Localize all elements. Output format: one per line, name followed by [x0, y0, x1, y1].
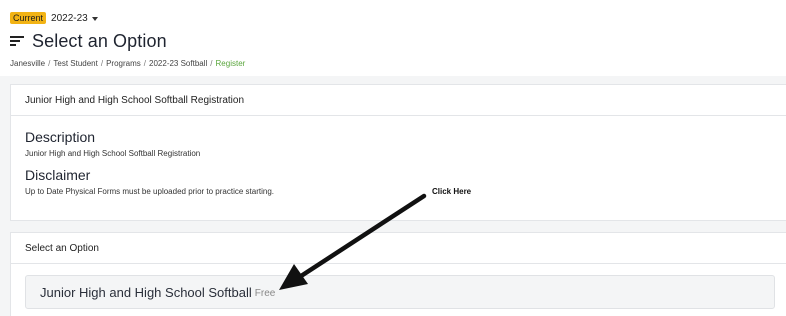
breadcrumb-separator: /: [48, 59, 51, 68]
breadcrumb-programs[interactable]: Programs: [106, 59, 141, 68]
menu-icon[interactable]: [10, 35, 24, 47]
program-info-card: Junior High and High School Softball Reg…: [10, 84, 786, 221]
description-text: Junior High and High School Softball Reg…: [25, 149, 201, 158]
breadcrumb-separator: /: [100, 59, 104, 68]
season-selector-row: Current 2022-23: [10, 10, 98, 26]
disclaimer-title: Disclaimer: [25, 167, 91, 183]
current-season-badge: Current: [10, 12, 47, 24]
breadcrumb-separator: /: [143, 59, 147, 68]
description-title: Description: [25, 129, 96, 145]
season-value: 2022-23: [51, 12, 88, 24]
page: Current 2022-23 Select an Option Janesvi…: [0, 0, 786, 316]
breadcrumb: Janesville / Test Student / Programs / 2…: [10, 59, 245, 68]
breadcrumb-separator: /: [210, 59, 213, 68]
program-card-header: Junior High and High School Softball Reg…: [11, 85, 786, 116]
disclaimer-text: Up to Date Physical Forms must be upload…: [25, 187, 274, 196]
breadcrumb-register: Register: [215, 59, 246, 68]
breadcrumb-janesville[interactable]: Janesville: [10, 59, 45, 68]
click-here-annotation: Click Here: [432, 187, 472, 196]
option-softball[interactable]: Junior High and High School Softball Fre…: [25, 275, 775, 309]
page-header: Select an Option: [10, 30, 167, 52]
breadcrumb-softball[interactable]: 2022-23 Softball: [149, 59, 207, 68]
select-option-card: Select an Option Junior High and High Sc…: [10, 232, 786, 316]
breadcrumb-test-student[interactable]: Test Student: [53, 59, 97, 68]
page-title: Select an Option: [32, 30, 167, 51]
season-dropdown[interactable]: 2022-23: [51, 13, 98, 24]
caret-down-icon: [91, 16, 98, 21]
program-card-body: Description Junior High and High School …: [11, 129, 786, 196]
option-price: Free: [254, 287, 276, 299]
select-option-header: Select an Option: [11, 233, 786, 264]
option-name: Junior High and High School Softball: [40, 284, 252, 300]
